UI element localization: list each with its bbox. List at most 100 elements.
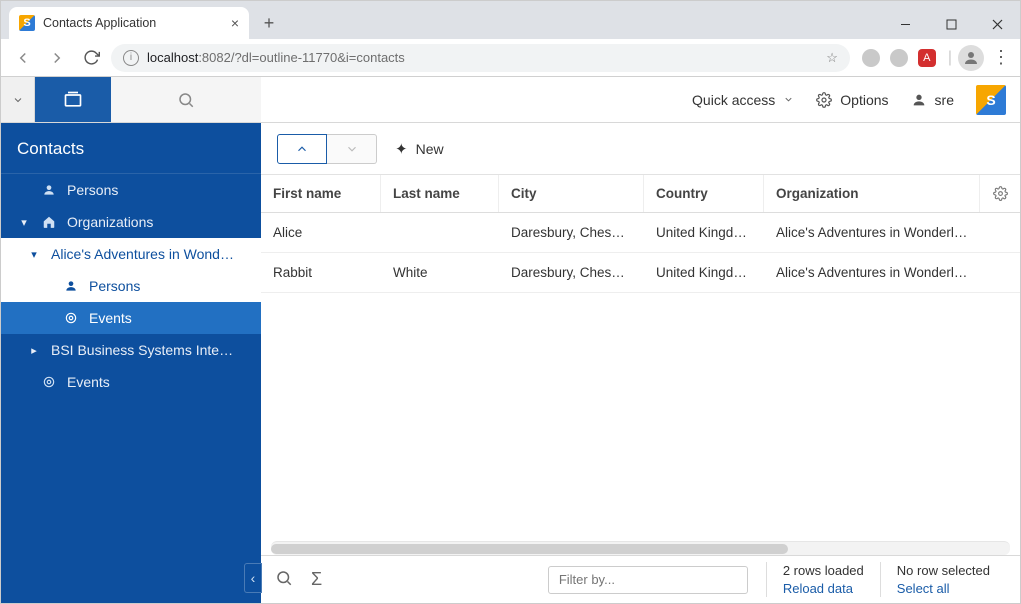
- cell-last-name: White: [381, 265, 499, 280]
- cell-city: Daresbury, Cheshire: [499, 225, 644, 240]
- close-window-button[interactable]: [974, 9, 1020, 39]
- sidebar-item-label: Persons: [89, 278, 140, 294]
- close-tab-icon[interactable]: ×: [231, 15, 239, 31]
- sidebar-collapse-handle[interactable]: ‹: [244, 563, 262, 593]
- person-icon: [63, 279, 79, 293]
- extension-icons: A: [856, 49, 942, 67]
- status-bar: Σ 2 rows loaded Reload data No row selec…: [261, 555, 1020, 603]
- table-row[interactable]: AliceDaresbury, CheshireUnited KingdomAl…: [261, 213, 1020, 253]
- column-header-last-name[interactable]: Last name: [381, 175, 499, 212]
- user-label: sre: [935, 92, 954, 108]
- target-icon: [41, 375, 57, 389]
- sidebar-item-label: Alice's Adventures in Wond…: [51, 246, 234, 262]
- aggregate-button[interactable]: Σ: [311, 569, 322, 590]
- sidebar-item-organizations[interactable]: ▾ Organizations: [1, 206, 261, 238]
- gear-icon: [816, 92, 832, 108]
- chevron-down-icon: ▾: [27, 248, 41, 261]
- sidebar-item-org-alice-persons[interactable]: Persons: [1, 270, 261, 302]
- rows-loaded-status: 2 rows loaded Reload data: [766, 562, 880, 597]
- cell-country: United Kingdom: [644, 265, 764, 280]
- nav-history-buttons: [277, 134, 377, 164]
- horizontal-scrollbar[interactable]: [271, 541, 1010, 555]
- options-label: Options: [840, 92, 888, 108]
- extension-icon[interactable]: [890, 49, 908, 67]
- profile-avatar-icon[interactable]: [958, 45, 984, 71]
- column-header-country[interactable]: Country: [644, 175, 764, 212]
- quick-access-menu[interactable]: Quick access: [692, 92, 794, 108]
- wand-icon: ✦: [395, 140, 408, 158]
- app-logo-icon: S: [976, 85, 1006, 115]
- sidebar-item-label: Events: [89, 310, 132, 326]
- sidebar-item-events[interactable]: Events: [1, 366, 261, 398]
- sidebar-item-label: Organizations: [67, 214, 153, 230]
- sidebar-title: Contacts: [1, 123, 261, 174]
- outline-button[interactable]: [35, 77, 111, 122]
- cell-organization: Alice's Adventures in Wonderl…: [764, 225, 980, 240]
- view-menu-button[interactable]: [1, 77, 35, 122]
- site-info-icon[interactable]: i: [123, 50, 139, 66]
- browser-toolbar: i localhost:8082/?dl=outline-11770&i=con…: [1, 39, 1020, 77]
- extension-icon[interactable]: A: [918, 49, 936, 67]
- extension-icon[interactable]: [862, 49, 880, 67]
- user-menu[interactable]: sre: [911, 92, 954, 108]
- app-header: Quick access Options sre S: [1, 77, 1020, 123]
- toolbar: ✦ New: [261, 123, 1020, 175]
- url-path: :8082/?dl=outline-11770&i=contacts: [198, 50, 404, 65]
- chevron-down-icon: [783, 94, 794, 105]
- search-outline-button[interactable]: [111, 77, 261, 122]
- tab-title: Contacts Application: [43, 16, 156, 30]
- new-button[interactable]: ✦ New: [389, 136, 450, 162]
- browser-menu-icon[interactable]: ⋮: [990, 47, 1012, 68]
- filter-input[interactable]: [548, 566, 748, 594]
- sidebar-item-org-alice-events[interactable]: Events: [1, 302, 261, 334]
- column-header-city[interactable]: City: [499, 175, 644, 212]
- main-content: ✦ New First name Last name City Country …: [261, 123, 1020, 603]
- user-icon: [911, 92, 927, 108]
- options-menu[interactable]: Options: [816, 92, 888, 108]
- quick-access-label: Quick access: [692, 92, 775, 108]
- new-tab-button[interactable]: +: [255, 9, 283, 37]
- window-controls: [882, 9, 1020, 39]
- nav-up-button[interactable]: [277, 134, 327, 164]
- data-table: First name Last name City Country Organi…: [261, 175, 1020, 541]
- cell-organization: Alice's Adventures in Wonderl…: [764, 265, 980, 280]
- sidebar-item-persons[interactable]: Persons: [1, 174, 261, 206]
- scrollbar-thumb[interactable]: [271, 544, 788, 554]
- person-icon: [41, 183, 57, 197]
- sidebar-item-label: Events: [67, 374, 110, 390]
- browser-tabstrip: S Contacts Application × +: [1, 1, 1020, 39]
- nav-down-button[interactable]: [327, 134, 377, 164]
- app-root: Quick access Options sre S Contacts: [1, 77, 1020, 603]
- cell-first-name: Rabbit: [261, 265, 381, 280]
- maximize-button[interactable]: [928, 9, 974, 39]
- url-host: localhost: [147, 50, 198, 65]
- table-row[interactable]: RabbitWhiteDaresbury, CheshireUnited Kin…: [261, 253, 1020, 293]
- new-button-label: New: [416, 141, 444, 157]
- minimize-button[interactable]: [882, 9, 928, 39]
- favicon-icon: S: [19, 15, 35, 31]
- sidebar-item-label: Persons: [67, 182, 118, 198]
- column-header-organization[interactable]: Organization: [764, 175, 980, 212]
- bookmark-icon[interactable]: ☆: [826, 50, 838, 66]
- sidebar-item-org-alice[interactable]: ▾ Alice's Adventures in Wond…: [1, 238, 261, 270]
- browser-tab[interactable]: S Contacts Application ×: [9, 7, 249, 39]
- target-icon: [63, 311, 79, 325]
- address-bar[interactable]: i localhost:8082/?dl=outline-11770&i=con…: [111, 44, 850, 72]
- back-button[interactable]: [9, 44, 37, 72]
- select-all-link[interactable]: Select all: [897, 580, 990, 598]
- reload-button[interactable]: [77, 44, 105, 72]
- sidebar-item-org-bsi[interactable]: ▸ BSI Business Systems Inte…: [1, 334, 261, 366]
- table-settings-button[interactable]: [980, 175, 1020, 212]
- table-header-row: First name Last name City Country Organi…: [261, 175, 1020, 213]
- chevron-down-icon: ▾: [17, 216, 31, 229]
- column-header-first-name[interactable]: First name: [261, 175, 381, 212]
- chevron-right-icon: ▸: [27, 344, 41, 357]
- reload-data-link[interactable]: Reload data: [783, 580, 864, 598]
- no-row-selected-label: No row selected: [897, 562, 990, 580]
- cell-city: Daresbury, Cheshire: [499, 265, 644, 280]
- search-table-button[interactable]: [275, 569, 293, 590]
- rows-loaded-label: 2 rows loaded: [783, 562, 864, 580]
- selection-status: No row selected Select all: [880, 562, 1006, 597]
- home-icon: [41, 215, 57, 229]
- forward-button[interactable]: [43, 44, 71, 72]
